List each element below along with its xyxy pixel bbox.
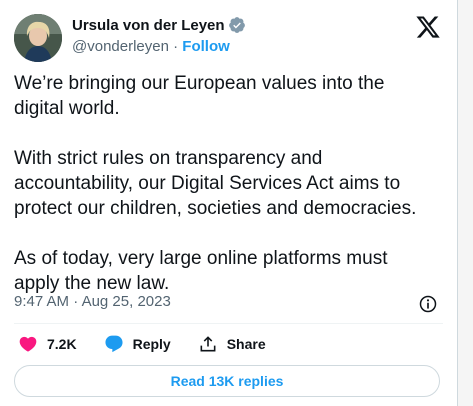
tweet-timestamp[interactable]: 9:47 AM · Aug 25, 2023 — [14, 293, 171, 310]
like-button[interactable]: 7.2K — [18, 334, 77, 354]
tweet-time: 9:47 AM — [14, 293, 70, 310]
reply-button[interactable]: Reply — [104, 334, 171, 354]
reply-label: Reply — [132, 336, 171, 352]
avatar[interactable] — [14, 14, 62, 62]
handle-row: @vonderleyen · Follow — [72, 38, 230, 55]
divider — [14, 323, 443, 324]
heart-icon — [19, 336, 37, 352]
action-bar: 7.2K Reply Share — [18, 334, 293, 354]
tweet-text: We’re bringing our European values into … — [14, 73, 417, 294]
reply-bubble-icon — [105, 335, 123, 353]
handle-separator: · — [173, 38, 179, 55]
author-name[interactable]: Ursula von der Leyen — [72, 17, 225, 34]
share-label: Share — [226, 336, 266, 352]
follow-button[interactable]: Follow — [182, 38, 230, 55]
name-row: Ursula von der Leyen — [72, 16, 246, 34]
verified-badge-icon — [228, 17, 245, 33]
author-handle[interactable]: @vonderleyen — [72, 38, 169, 55]
tweet-date: Aug 25, 2023 — [81, 293, 171, 310]
x-logo-icon[interactable] — [415, 14, 441, 40]
like-count: 7.2K — [47, 336, 77, 352]
tweet-header: Ursula von der Leyen @vonderleyen · Foll… — [14, 11, 443, 62]
tweet-card: Ursula von der Leyen @vonderleyen · Foll… — [0, 0, 458, 406]
info-icon[interactable] — [418, 294, 438, 314]
read-replies-button[interactable]: Read 13K replies — [14, 365, 440, 397]
share-button[interactable]: Share — [198, 334, 266, 354]
share-icon — [200, 336, 216, 352]
date-separator: · — [73, 293, 79, 310]
